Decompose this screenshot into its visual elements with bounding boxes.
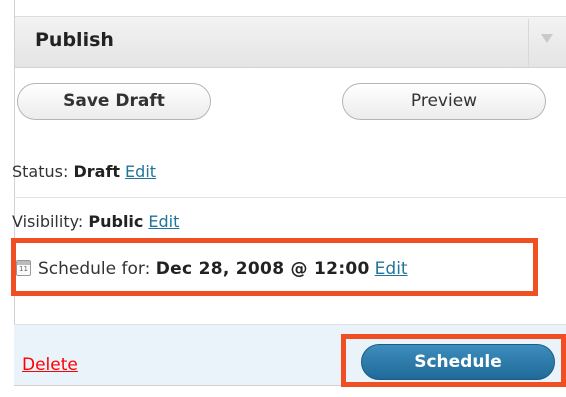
preview-button[interactable]: Preview [342,83,546,120]
status-value: Draft [73,162,121,181]
status-edit-link[interactable]: Edit [125,162,156,181]
save-draft-button[interactable]: Save Draft [17,83,211,120]
highlight-box-button [341,334,566,387]
visibility-value: Public [88,212,144,231]
status-label: Status: [12,162,69,181]
status-row: Status: Draft Edit [12,162,156,181]
visibility-row: Visibility: Public Edit [12,212,179,231]
highlight-box-schedule [11,238,538,296]
panel-title: Publish [35,29,114,51]
publish-header[interactable]: Publish [15,16,566,68]
visibility-edit-link[interactable]: Edit [148,212,179,231]
triangle-down-icon[interactable] [541,34,553,43]
header-separator [528,19,529,67]
delete-link[interactable]: Delete [22,355,78,375]
visibility-label: Visibility: [12,212,84,231]
divider [14,197,566,198]
